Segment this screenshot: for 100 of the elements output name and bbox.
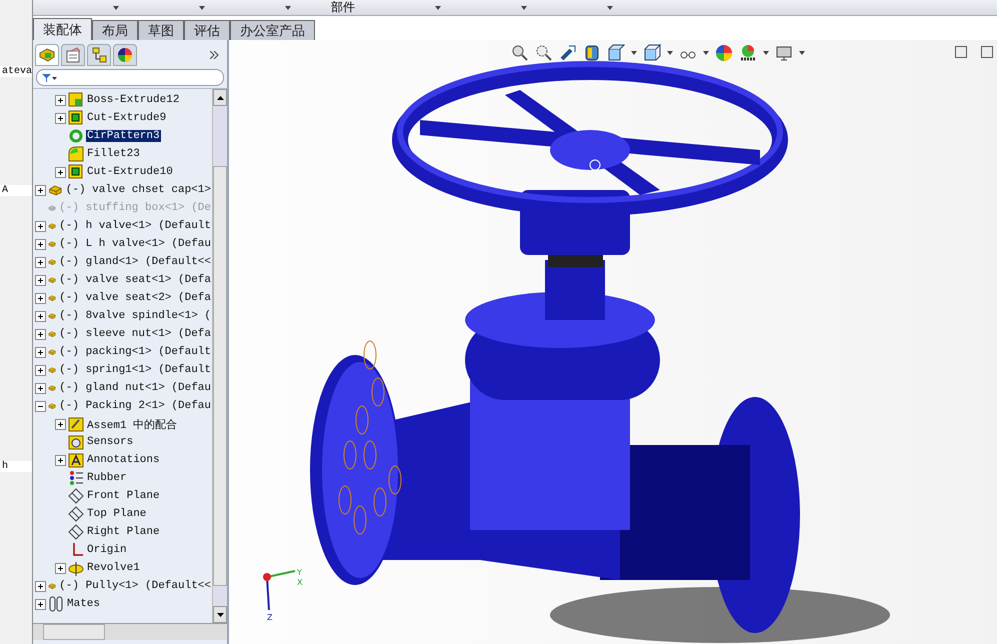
panel-tab[interactable] — [61, 44, 85, 66]
tree-item[interactable]: (-) valve chset cap<1> — [64, 184, 212, 196]
collapse-toggle[interactable] — [35, 400, 46, 412]
expand-toggle[interactable] — [35, 220, 46, 232]
funnel-icon — [41, 72, 57, 82]
expand-toggle[interactable] — [35, 274, 46, 286]
appearance-icon[interactable] — [715, 44, 733, 62]
tree-item[interactable]: (-) packing<1> (Default — [58, 346, 212, 358]
expand-toggle[interactable] — [35, 328, 46, 340]
expand-toggle[interactable] — [55, 112, 66, 124]
ribbon-tab[interactable]: 布局 — [92, 20, 138, 40]
expand-toggle[interactable] — [35, 184, 46, 196]
tree-item[interactable]: (-) valve seat<1> (Defa — [58, 274, 212, 286]
appearance-icon — [117, 47, 133, 63]
expand-toggle[interactable] — [35, 382, 46, 394]
background-text: ateva — [0, 66, 32, 77]
tree-item[interactable]: (-) Packing 2<1> (Defau — [58, 400, 212, 412]
dropdown-caret[interactable] — [703, 51, 709, 55]
tree-item[interactable]: Mates — [66, 598, 102, 610]
display-style-icon[interactable] — [643, 44, 661, 62]
dropdown-caret[interactable] — [667, 51, 673, 55]
tree-item[interactable]: CirPattern3 — [86, 130, 161, 142]
dropdown-caret[interactable] — [199, 6, 205, 10]
tree-item[interactable]: Boss-Extrude12 — [86, 94, 180, 106]
dropdown-caret[interactable] — [631, 51, 637, 55]
ribbon-tab[interactable]: 办公室产品 — [230, 20, 315, 40]
tree-item[interactable]: (-) gland nut<1> (Defau — [58, 382, 212, 394]
tree-item[interactable]: Revolve1 — [86, 562, 141, 574]
zoom-fit-icon[interactable] — [511, 44, 529, 62]
expand-toggle[interactable] — [55, 418, 66, 430]
dropdown-caret[interactable] — [607, 6, 613, 10]
pattern-icon — [68, 128, 84, 144]
plane-icon — [68, 488, 84, 504]
tree-item[interactable]: Fillet23 — [86, 148, 141, 160]
tree-item[interactable]: (-) sleeve nut<1> (Defa — [58, 328, 212, 340]
panel-tab[interactable] — [35, 44, 59, 66]
expand-toggle[interactable] — [35, 256, 46, 268]
tree-item[interactable]: Rubber — [86, 472, 128, 484]
fillet-icon — [68, 146, 84, 162]
view-orientation-icon[interactable] — [607, 44, 625, 62]
dropdown-caret[interactable] — [763, 51, 769, 55]
panel-tab[interactable] — [87, 44, 111, 66]
zoom-area-icon[interactable] — [535, 44, 553, 62]
tree-item[interactable]: (-) 8valve spindle<1> ( — [58, 310, 212, 322]
tree-item[interactable]: (-) valve seat<2> (Defa — [58, 292, 212, 304]
expand-toggle[interactable] — [55, 454, 66, 466]
monitor-icon[interactable] — [775, 44, 793, 62]
tree-item[interactable]: (-) h valve<1> (Default — [58, 220, 212, 232]
vertical-scrollbar[interactable] — [212, 89, 227, 623]
expand-toggle[interactable] — [35, 346, 46, 358]
expand-toggle[interactable] — [35, 292, 46, 304]
double-chevron-icon[interactable] — [210, 50, 219, 58]
tree-item[interactable]: (-) gland<1> (Default<< — [58, 256, 212, 268]
dropdown-caret[interactable] — [113, 6, 119, 10]
scene-icon[interactable] — [739, 44, 757, 62]
tree-item[interactable]: (-) L h valve<1> (Defau — [58, 238, 212, 250]
expand-toggle[interactable] — [35, 238, 46, 250]
tree-item[interactable]: (-) Pully<1> (Default<< — [58, 580, 212, 592]
dropdown-caret[interactable] — [285, 6, 291, 10]
tree-item[interactable]: Front Plane — [86, 490, 161, 502]
section-view-icon[interactable] — [583, 44, 601, 62]
tree-item[interactable]: Origin — [86, 544, 128, 556]
previous-view-icon[interactable] — [559, 44, 577, 62]
dropdown-caret[interactable] — [799, 51, 805, 55]
ribbon-tab[interactable]: 草图 — [138, 20, 184, 40]
background-text: h — [0, 461, 32, 472]
menu-label[interactable]: 部件 — [331, 0, 355, 16]
tree-item[interactable]: Assem1 中的配合 — [86, 416, 178, 432]
tree-item[interactable]: Cut-Extrude9 — [86, 112, 168, 124]
down-arrow-icon[interactable] — [216, 612, 224, 616]
filter-field[interactable] — [36, 69, 224, 86]
boss-icon — [68, 92, 84, 108]
horizontal-scrollbar[interactable] — [33, 623, 227, 640]
tree-item[interactable]: Top Plane — [86, 508, 148, 520]
ribbon-tab[interactable]: 装配体 — [33, 18, 92, 40]
expand-toggle[interactable] — [55, 166, 66, 178]
split-pane-icon[interactable] — [981, 46, 993, 58]
expand-toggle[interactable] — [35, 580, 46, 592]
expand-toggle[interactable] — [55, 562, 66, 574]
restore-pane-icon[interactable] — [955, 46, 967, 58]
tree-item[interactable]: Annotations — [86, 454, 161, 466]
expand-toggle[interactable] — [55, 94, 66, 106]
tree-item[interactable]: Cut-Extrude10 — [86, 166, 174, 178]
tree-item[interactable]: Right Plane — [86, 526, 161, 538]
configuration-icon — [91, 47, 107, 63]
ribbon-tab[interactable]: 评估 — [184, 20, 230, 40]
panel-tab[interactable] — [113, 44, 137, 66]
folder-icon — [68, 416, 84, 432]
expand-toggle[interactable] — [35, 310, 46, 322]
tree-item[interactable]: (-) spring1<1> (Default — [58, 364, 212, 376]
dropdown-caret[interactable] — [435, 6, 441, 10]
expand-toggle[interactable] — [35, 598, 46, 610]
paperclip-icon — [48, 596, 64, 612]
feature-tree-icon — [39, 48, 55, 62]
background-text: A — [0, 185, 32, 196]
tree-item[interactable]: Sensors — [86, 436, 134, 448]
axis-triad-drawing: Y X Z — [259, 565, 309, 625]
dropdown-caret[interactable] — [521, 6, 527, 10]
expand-toggle[interactable] — [35, 364, 46, 376]
up-arrow-icon[interactable] — [216, 96, 224, 100]
